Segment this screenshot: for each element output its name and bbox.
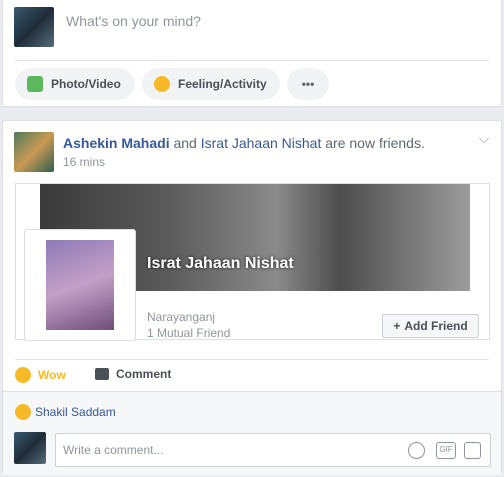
friend-location: Narayanganj	[147, 310, 216, 324]
commenter-avatar	[14, 432, 46, 464]
reactions-and-comments: Shakil Saddam Write a comment... GIF	[3, 391, 501, 475]
more-icon: •••	[301, 77, 315, 91]
wow-icon	[15, 367, 31, 383]
composer-card: What's on your mind? Photo/Video Feeling…	[2, 0, 502, 107]
comment-input[interactable]: Write a comment... GIF	[55, 433, 491, 467]
wow-label: Wow	[38, 368, 66, 382]
friend-link[interactable]: Israt Jahaan Nishat	[201, 135, 322, 151]
connector-text: and	[169, 135, 201, 151]
wow-small-icon	[15, 404, 31, 420]
composer-divider	[15, 60, 489, 61]
actor-avatar[interactable]	[14, 132, 54, 172]
mutual-friends[interactable]: 1 Mutual Friend	[147, 326, 230, 340]
add-friend-button[interactable]: + Add Friend	[382, 314, 479, 338]
actions-divider	[15, 359, 489, 360]
friend-card-name[interactable]: Israt Jahaan Nishat	[147, 255, 294, 273]
comment-placeholder: Write a comment...	[63, 443, 164, 457]
comment-icon	[95, 368, 109, 380]
chevron-down-icon[interactable]: ⌵	[479, 131, 489, 147]
add-friend-icon: +	[393, 319, 401, 333]
composer-input[interactable]: What's on your mind?	[66, 13, 201, 29]
story-header: Ashekin Mahadi and Israt Jahaan Nishat a…	[63, 135, 425, 151]
wow-reaction-button[interactable]: Wow	[15, 367, 66, 383]
comment-label: Comment	[116, 367, 172, 381]
feeling-activity-label: Feeling/Activity	[178, 77, 267, 91]
feeling-activity-button[interactable]: Feeling/Activity	[142, 68, 280, 100]
reactor-name[interactable]: Shakil Saddam	[35, 405, 116, 419]
sticker-icon[interactable]	[464, 442, 481, 459]
friend-card: Israt Jahaan Nishat Narayanganj 1 Mutual…	[15, 183, 490, 341]
profile-picture	[46, 240, 114, 330]
friendship-story-card: Ashekin Mahadi and Israt Jahaan Nishat a…	[2, 120, 502, 475]
emoji-picker-icon[interactable]	[408, 442, 425, 459]
more-options-button[interactable]: •••	[287, 68, 329, 100]
photo-video-button[interactable]: Photo/Video	[15, 68, 135, 100]
actor-link[interactable]: Ashekin Mahadi	[63, 135, 170, 151]
suffix-text: are now friends.	[321, 135, 425, 151]
comment-button[interactable]: Comment	[95, 367, 171, 381]
photo-video-label: Photo/Video	[51, 77, 121, 91]
photo-icon	[27, 76, 43, 92]
profile-picture-frame[interactable]	[24, 229, 136, 341]
smiley-icon	[154, 76, 170, 92]
reactors-list[interactable]: Shakil Saddam	[15, 404, 116, 420]
timestamp[interactable]: 16 mins	[63, 155, 105, 169]
add-friend-label: Add Friend	[404, 319, 468, 333]
user-avatar[interactable]	[14, 7, 54, 47]
gif-icon[interactable]: GIF	[436, 442, 456, 459]
